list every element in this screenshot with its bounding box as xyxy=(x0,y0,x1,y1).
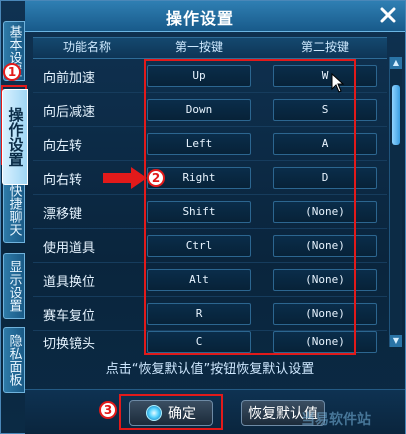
annotation-box-confirm xyxy=(119,394,223,430)
row-label: 赛车复位 xyxy=(43,309,96,324)
column-header-name: 功能名称 xyxy=(62,40,111,54)
row-label: 向左转 xyxy=(43,139,83,154)
vertical-scrollbar[interactable]: ▲ ▼ xyxy=(389,57,402,347)
close-button[interactable] xyxy=(377,4,399,26)
title-bar: 操作设置 xyxy=(25,1,405,32)
row-label: 切换镜头 xyxy=(43,337,96,352)
annotation-badge-2: 2 xyxy=(147,169,165,187)
close-icon xyxy=(380,7,396,23)
scroll-up-arrow-icon[interactable]: ▲ xyxy=(390,57,402,69)
annotation-box-keys xyxy=(144,59,356,355)
row-label: 向前加速 xyxy=(43,71,96,86)
tab-quick-chat[interactable]: 快捷聊天 xyxy=(3,177,25,243)
row-label: 向后减速 xyxy=(43,105,96,120)
tab-privacy-panel[interactable]: 隐私面板 xyxy=(3,327,25,393)
restore-hint-text: 点击“恢复默认值”按钮恢复默认设置 xyxy=(105,362,315,377)
mouse-cursor-icon xyxy=(331,73,345,93)
settings-window: 基本设置 操作设置 快捷聊天 显示设置 隐私面板 操作设置 功能名称 第一按键 … xyxy=(0,0,406,434)
tab-control-settings[interactable]: 操作设置 xyxy=(2,89,28,185)
column-header-secondary: 第二按键 xyxy=(300,40,349,54)
row-label: 向右转 xyxy=(43,173,83,188)
watermark-text: 当易软件站 xyxy=(301,412,371,428)
annotation-badge-3: 3 xyxy=(99,401,117,419)
row-label: 道具换位 xyxy=(43,275,96,290)
annotation-badge-1: 1 xyxy=(3,63,21,81)
scroll-thumb[interactable] xyxy=(392,85,400,145)
row-label: 使用道具 xyxy=(43,241,96,256)
column-header-primary: 第一按键 xyxy=(174,40,223,54)
scroll-down-arrow-icon[interactable]: ▼ xyxy=(390,335,402,347)
window-title: 操作设置 xyxy=(165,9,234,28)
red-arrow-icon xyxy=(103,167,147,189)
tab-display-settings[interactable]: 显示设置 xyxy=(3,253,25,319)
row-label: 漂移键 xyxy=(43,207,83,222)
